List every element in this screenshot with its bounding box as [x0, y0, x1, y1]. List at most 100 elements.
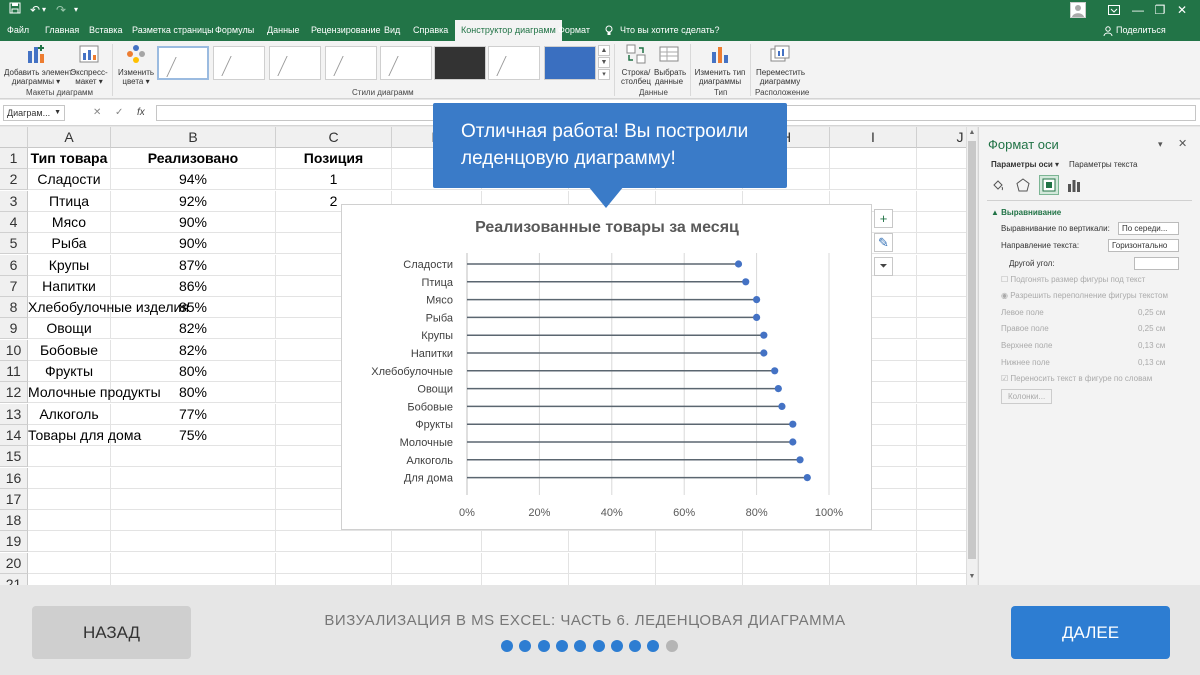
chart-styles-brush-icon[interactable]: ✎ [874, 233, 893, 252]
sold-percent-cell[interactable]: 94% [111, 169, 276, 191]
cell[interactable] [656, 531, 743, 553]
chart-style-thumbnail-dark[interactable] [434, 46, 486, 80]
product-name-cell[interactable]: Алкоголь [28, 403, 111, 425]
add-chart-element-button[interactable]: Добавить элемент диаграммы ▾ [4, 43, 73, 86]
tab-formulas[interactable]: Формулы [215, 20, 254, 41]
cell[interactable] [111, 446, 276, 468]
styles-scroll-down-icon[interactable]: ▼ [598, 57, 610, 68]
name-box[interactable]: Диаграм... ▼ [3, 105, 65, 121]
cell[interactable] [656, 574, 743, 585]
product-name-cell[interactable]: Молочные продукты [28, 382, 161, 404]
row-header-6[interactable]: 6 [0, 254, 28, 276]
tab-home[interactable]: Главная [45, 20, 79, 41]
column-header-a[interactable]: A [28, 127, 111, 148]
row-header-11[interactable]: 11 [0, 361, 28, 382]
cell[interactable] [656, 552, 743, 574]
cell[interactable] [111, 488, 276, 510]
row-header-21[interactable]: 21 [0, 574, 28, 585]
undo-dropdown-icon[interactable]: ▾ [42, 2, 46, 18]
cell[interactable] [28, 467, 111, 489]
styles-scroll-up-icon[interactable]: ▲ [598, 45, 610, 56]
sold-percent-cell[interactable]: 80% [111, 382, 276, 404]
cell[interactable] [276, 552, 392, 574]
product-name-cell[interactable]: Напитки [28, 275, 111, 297]
row-header-17[interactable]: 17 [0, 488, 28, 510]
cell[interactable] [392, 531, 482, 553]
product-name-cell[interactable]: Товары для дома [28, 424, 141, 446]
row-header-18[interactable]: 18 [0, 510, 28, 532]
chart-style-thumbnail[interactable] [269, 46, 321, 80]
row-header-13[interactable]: 13 [0, 403, 28, 425]
wrap-text-checkbox[interactable]: ☑ Переносить текст в фигуре по словам [1001, 374, 1152, 383]
cell[interactable] [111, 531, 276, 553]
product-name-cell[interactable]: Мясо [28, 211, 111, 233]
sold-percent-cell[interactable]: 82% [111, 339, 276, 361]
top-margin-input[interactable]: 0,13 см [1138, 341, 1165, 350]
text-direction-select[interactable]: Горизонтально [1108, 239, 1179, 252]
cell[interactable] [392, 552, 482, 574]
column-header-i[interactable]: I [830, 127, 917, 148]
cell[interactable] [111, 467, 276, 489]
change-chart-type-button[interactable]: Изменить тип диаграммы [694, 43, 746, 86]
tab-help[interactable]: Справка [413, 20, 448, 41]
switch-row-column-button[interactable]: Строка/ столбец [619, 43, 653, 86]
save-icon[interactable] [9, 2, 21, 18]
left-margin-input[interactable]: 0,25 см [1138, 308, 1165, 317]
row-header-20[interactable]: 20 [0, 552, 28, 574]
change-colors-button[interactable]: Изменить цвета ▾ [117, 43, 155, 86]
axis-options-bars-icon[interactable] [1067, 178, 1081, 194]
close-icon[interactable]: ✕ [1164, 0, 1200, 20]
share-button[interactable]: Поделиться [1116, 20, 1166, 41]
row-header-12[interactable]: 12 [0, 382, 28, 404]
row-header-8[interactable]: 8 [0, 297, 28, 319]
header-cell-product-type[interactable]: Тип товара [28, 148, 111, 169]
product-name-cell[interactable]: Сладости [28, 169, 111, 191]
cell[interactable] [830, 148, 917, 169]
product-name-cell[interactable]: Овощи [28, 318, 111, 340]
cell[interactable] [392, 574, 482, 585]
sold-percent-cell[interactable]: 86% [111, 275, 276, 297]
cell[interactable] [830, 552, 917, 574]
product-name-cell[interactable]: Крупы [28, 254, 111, 276]
sold-percent-cell[interactable]: 90% [111, 211, 276, 233]
sold-percent-cell[interactable]: 82% [111, 318, 276, 340]
chart-elements-plus-icon[interactable]: + [874, 209, 893, 228]
sold-percent-cell[interactable]: 90% [111, 233, 276, 255]
cell[interactable] [111, 574, 276, 585]
chart-style-thumbnail[interactable] [488, 46, 540, 80]
right-margin-input[interactable]: 0,25 см [1138, 324, 1165, 333]
custom-angle-input[interactable] [1134, 257, 1179, 270]
tab-text-options[interactable]: Параметры текста [1069, 160, 1138, 169]
cell[interactable] [743, 531, 830, 553]
row-header-9[interactable]: 9 [0, 318, 28, 340]
cell[interactable] [28, 510, 111, 532]
tab-axis-options[interactable]: Параметры оси ▾ [991, 160, 1059, 169]
cancel-icon[interactable]: ✕ [93, 105, 101, 121]
row-header-1[interactable]: 1 [0, 148, 28, 169]
overflow-radio[interactable]: ◉ Разрешить переполнение фигуры текстом [1001, 291, 1168, 300]
chart-style-thumbnail[interactable] [213, 46, 265, 80]
row-header-15[interactable]: 15 [0, 446, 28, 468]
column-header-c[interactable]: C [276, 127, 392, 148]
sold-percent-cell[interactable]: 77% [111, 403, 276, 425]
header-cell-sold[interactable]: Реализовано [111, 148, 276, 169]
chevron-down-icon[interactable]: ▼ [54, 106, 61, 120]
cell[interactable] [830, 531, 917, 553]
pane-options-icon[interactable]: ▾ [1158, 139, 1163, 150]
cell[interactable] [111, 552, 276, 574]
sold-percent-cell[interactable]: 80% [111, 361, 276, 382]
column-header-b[interactable]: B [111, 127, 276, 148]
header-cell-position[interactable]: Позиция [276, 148, 392, 169]
undo-icon[interactable]: ↶ [30, 2, 40, 18]
chart-style-thumbnail[interactable] [325, 46, 377, 80]
cell[interactable] [569, 574, 656, 585]
cell[interactable] [830, 574, 917, 585]
bottom-margin-input[interactable]: 0,13 см [1138, 358, 1165, 367]
scroll-down-icon[interactable]: ▼ [968, 573, 976, 581]
next-button[interactable]: ДАЛЕЕ [1011, 606, 1170, 659]
redo-icon[interactable]: ↷ [56, 2, 66, 18]
cell[interactable] [482, 552, 569, 574]
styles-more-icon[interactable]: ▾ [598, 69, 610, 80]
tab-file[interactable]: Файл [7, 20, 29, 41]
cell[interactable] [482, 574, 569, 585]
